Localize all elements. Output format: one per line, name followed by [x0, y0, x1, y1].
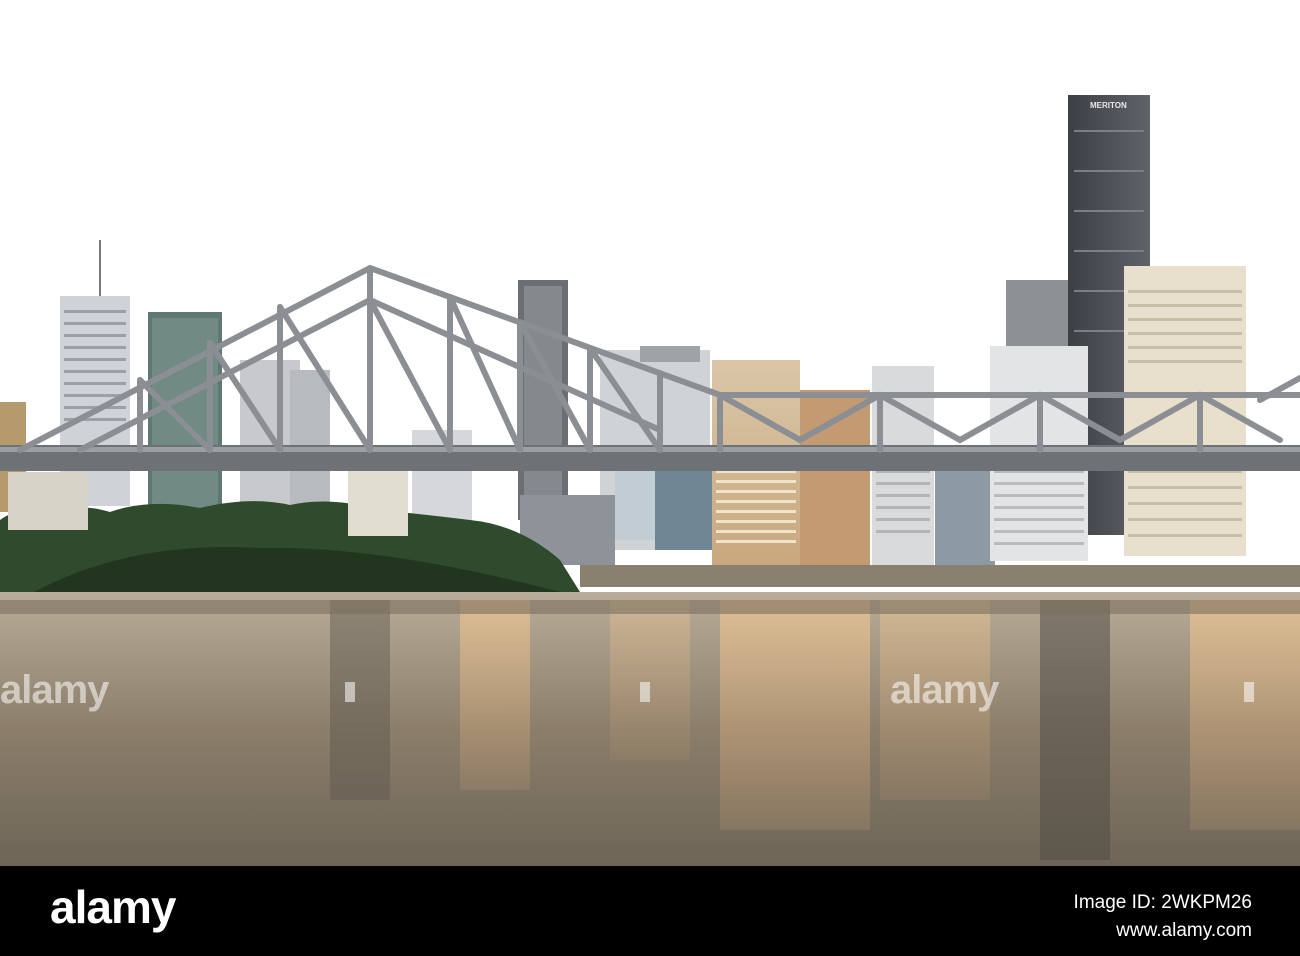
watermark-tick-left — [345, 682, 355, 702]
alamy-logo: alamy — [50, 881, 176, 933]
footer-bar: alamy Image ID: 2WKPM26 www.alamy.com — [0, 866, 1300, 956]
site-url: www.alamy.com — [1116, 920, 1252, 941]
bridge-pier-center — [348, 466, 408, 536]
watermark-left: alamy — [0, 668, 109, 712]
riverbank — [580, 565, 1300, 587]
photo: MERITON — [0, 0, 1300, 866]
watermark-center: alamy — [890, 668, 999, 712]
bridge-pier-left — [8, 472, 88, 530]
watermark-tick-right — [1244, 682, 1254, 702]
tower-sign: MERITON — [1090, 101, 1127, 110]
image-id: Image ID: 2WKPM26 — [1073, 892, 1252, 913]
watermark-tick-center — [640, 682, 650, 702]
